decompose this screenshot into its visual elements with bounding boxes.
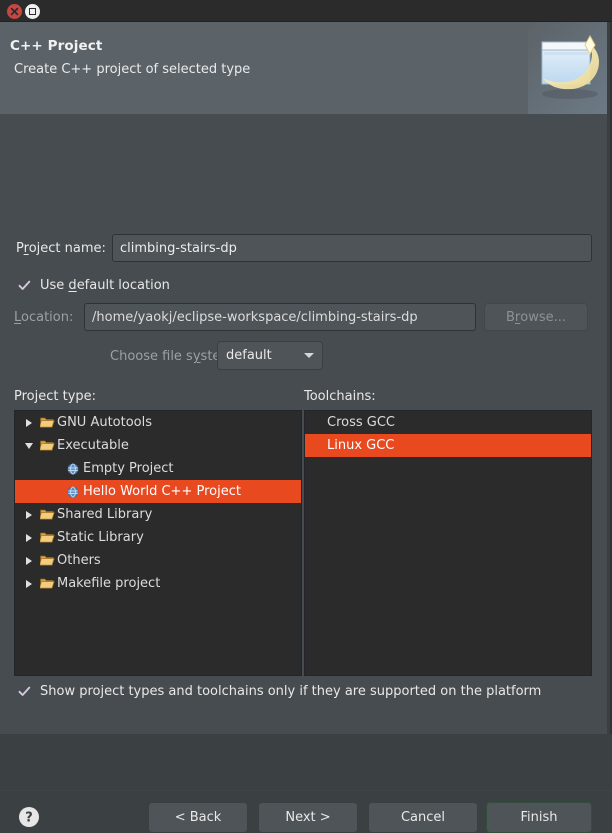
sphere-icon: [63, 486, 83, 498]
project-type-row[interactable]: GNU Autotools: [15, 411, 301, 434]
file-system-value: default: [226, 348, 304, 363]
chevron-right-icon: [26, 511, 32, 519]
project-type-label-text: Hello World C++ Project: [83, 484, 241, 499]
folder-icon: [40, 577, 55, 590]
folder-icon: [37, 554, 57, 567]
sphere-icon: [63, 463, 83, 475]
project-name-label: Project name:: [16, 241, 106, 256]
folder-icon: [40, 554, 55, 567]
svg-text:?: ?: [25, 811, 33, 826]
show-supported-only-checkbox[interactable]: Show project types and toolchains only i…: [18, 684, 541, 699]
folder-icon: [40, 531, 55, 544]
close-window-button[interactable]: [7, 4, 22, 19]
back-button[interactable]: < Back: [148, 802, 248, 833]
tree-expander[interactable]: [21, 534, 37, 542]
project-type-label-text: Shared Library: [57, 507, 152, 522]
project-type-row[interactable]: Makefile project: [15, 572, 301, 595]
location-label: Location:: [14, 310, 73, 325]
maximize-icon: [29, 8, 36, 15]
project-type-label-text: GNU Autotools: [57, 415, 152, 430]
chevron-down-icon: [25, 443, 33, 449]
folder-icon: [40, 416, 55, 429]
tree-expander[interactable]: [21, 443, 37, 449]
wizard-body: Project name: climbing-stairs-dp Use def…: [0, 114, 612, 734]
chevron-right-icon: [26, 419, 32, 427]
page-description: Create C++ project of selected type: [14, 62, 250, 77]
folder-icon: [37, 577, 57, 590]
project-type-tree[interactable]: GNU Autotools Executable Empty Project Hell…: [14, 410, 302, 676]
project-type-label-text: Empty Project: [83, 461, 174, 476]
tree-expander[interactable]: [21, 511, 37, 519]
finish-button[interactable]: Finish: [486, 802, 592, 833]
show-supported-only-label: Show project types and toolchains only i…: [40, 684, 541, 699]
toolchains-label: Toolchains:: [304, 389, 376, 404]
title-bar: [0, 0, 612, 22]
project-type-row[interactable]: Executable: [15, 434, 301, 457]
toolchain-label-text: Linux GCC: [327, 438, 394, 453]
toolchain-row[interactable]: Cross GCC: [305, 411, 591, 434]
folder-icon: [37, 416, 57, 429]
toolchains-list[interactable]: Cross GCC Linux GCC: [304, 410, 592, 676]
location-input[interactable]: /home/yaokj/eclipse-workspace/climbing-s…: [84, 303, 476, 331]
browse-button[interactable]: Browse...: [484, 303, 588, 331]
use-default-location-label: Use default location: [40, 278, 170, 293]
tree-expander[interactable]: [21, 419, 37, 427]
help-icon[interactable]: ?: [18, 806, 40, 828]
checkmark-icon: [18, 685, 31, 698]
sphere-icon: [67, 463, 79, 475]
project-type-row[interactable]: Others: [15, 549, 301, 572]
close-icon: [10, 7, 19, 16]
use-default-location-checkbox[interactable]: Use default location: [18, 278, 170, 293]
checkmark-icon: [18, 279, 31, 292]
chevron-right-icon: [26, 580, 32, 588]
tree-expander[interactable]: [21, 580, 37, 588]
project-type-label-text: Makefile project: [57, 576, 160, 591]
new-cpp-project-wizard-icon: [528, 22, 612, 114]
folder-icon: [37, 508, 57, 521]
toolchain-row[interactable]: Linux GCC: [305, 434, 591, 457]
project-type-row[interactable]: Hello World C++ Project: [15, 480, 301, 503]
project-type-label-text: Others: [57, 553, 101, 568]
footer-divider: [0, 790, 612, 791]
folder-icon: [40, 439, 55, 452]
project-type-label: Project type:: [14, 389, 96, 404]
next-button[interactable]: Next >: [258, 802, 358, 833]
project-type-row[interactable]: Static Library: [15, 526, 301, 549]
project-type-row[interactable]: Empty Project: [15, 457, 301, 480]
toolchain-label-text: Cross GCC: [327, 415, 395, 430]
project-name-input[interactable]: climbing-stairs-dp: [112, 234, 592, 262]
maximize-window-button[interactable]: [25, 4, 40, 19]
sphere-icon: [67, 486, 79, 498]
cancel-button[interactable]: Cancel: [368, 802, 478, 833]
project-type-label-text: Executable: [57, 438, 129, 453]
project-type-label-text: Static Library: [57, 530, 144, 545]
chevron-right-icon: [26, 557, 32, 565]
chevron-right-icon: [26, 534, 32, 542]
chevron-down-icon: [304, 353, 314, 358]
wizard-header: C++ Project Create C++ project of select…: [0, 22, 612, 114]
page-title: C++ Project: [10, 38, 102, 54]
folder-icon: [37, 439, 57, 452]
folder-icon: [40, 508, 55, 521]
tree-expander[interactable]: [21, 557, 37, 565]
folder-icon: [37, 531, 57, 544]
project-type-row[interactable]: Shared Library: [15, 503, 301, 526]
file-system-dropdown[interactable]: default: [217, 341, 323, 370]
